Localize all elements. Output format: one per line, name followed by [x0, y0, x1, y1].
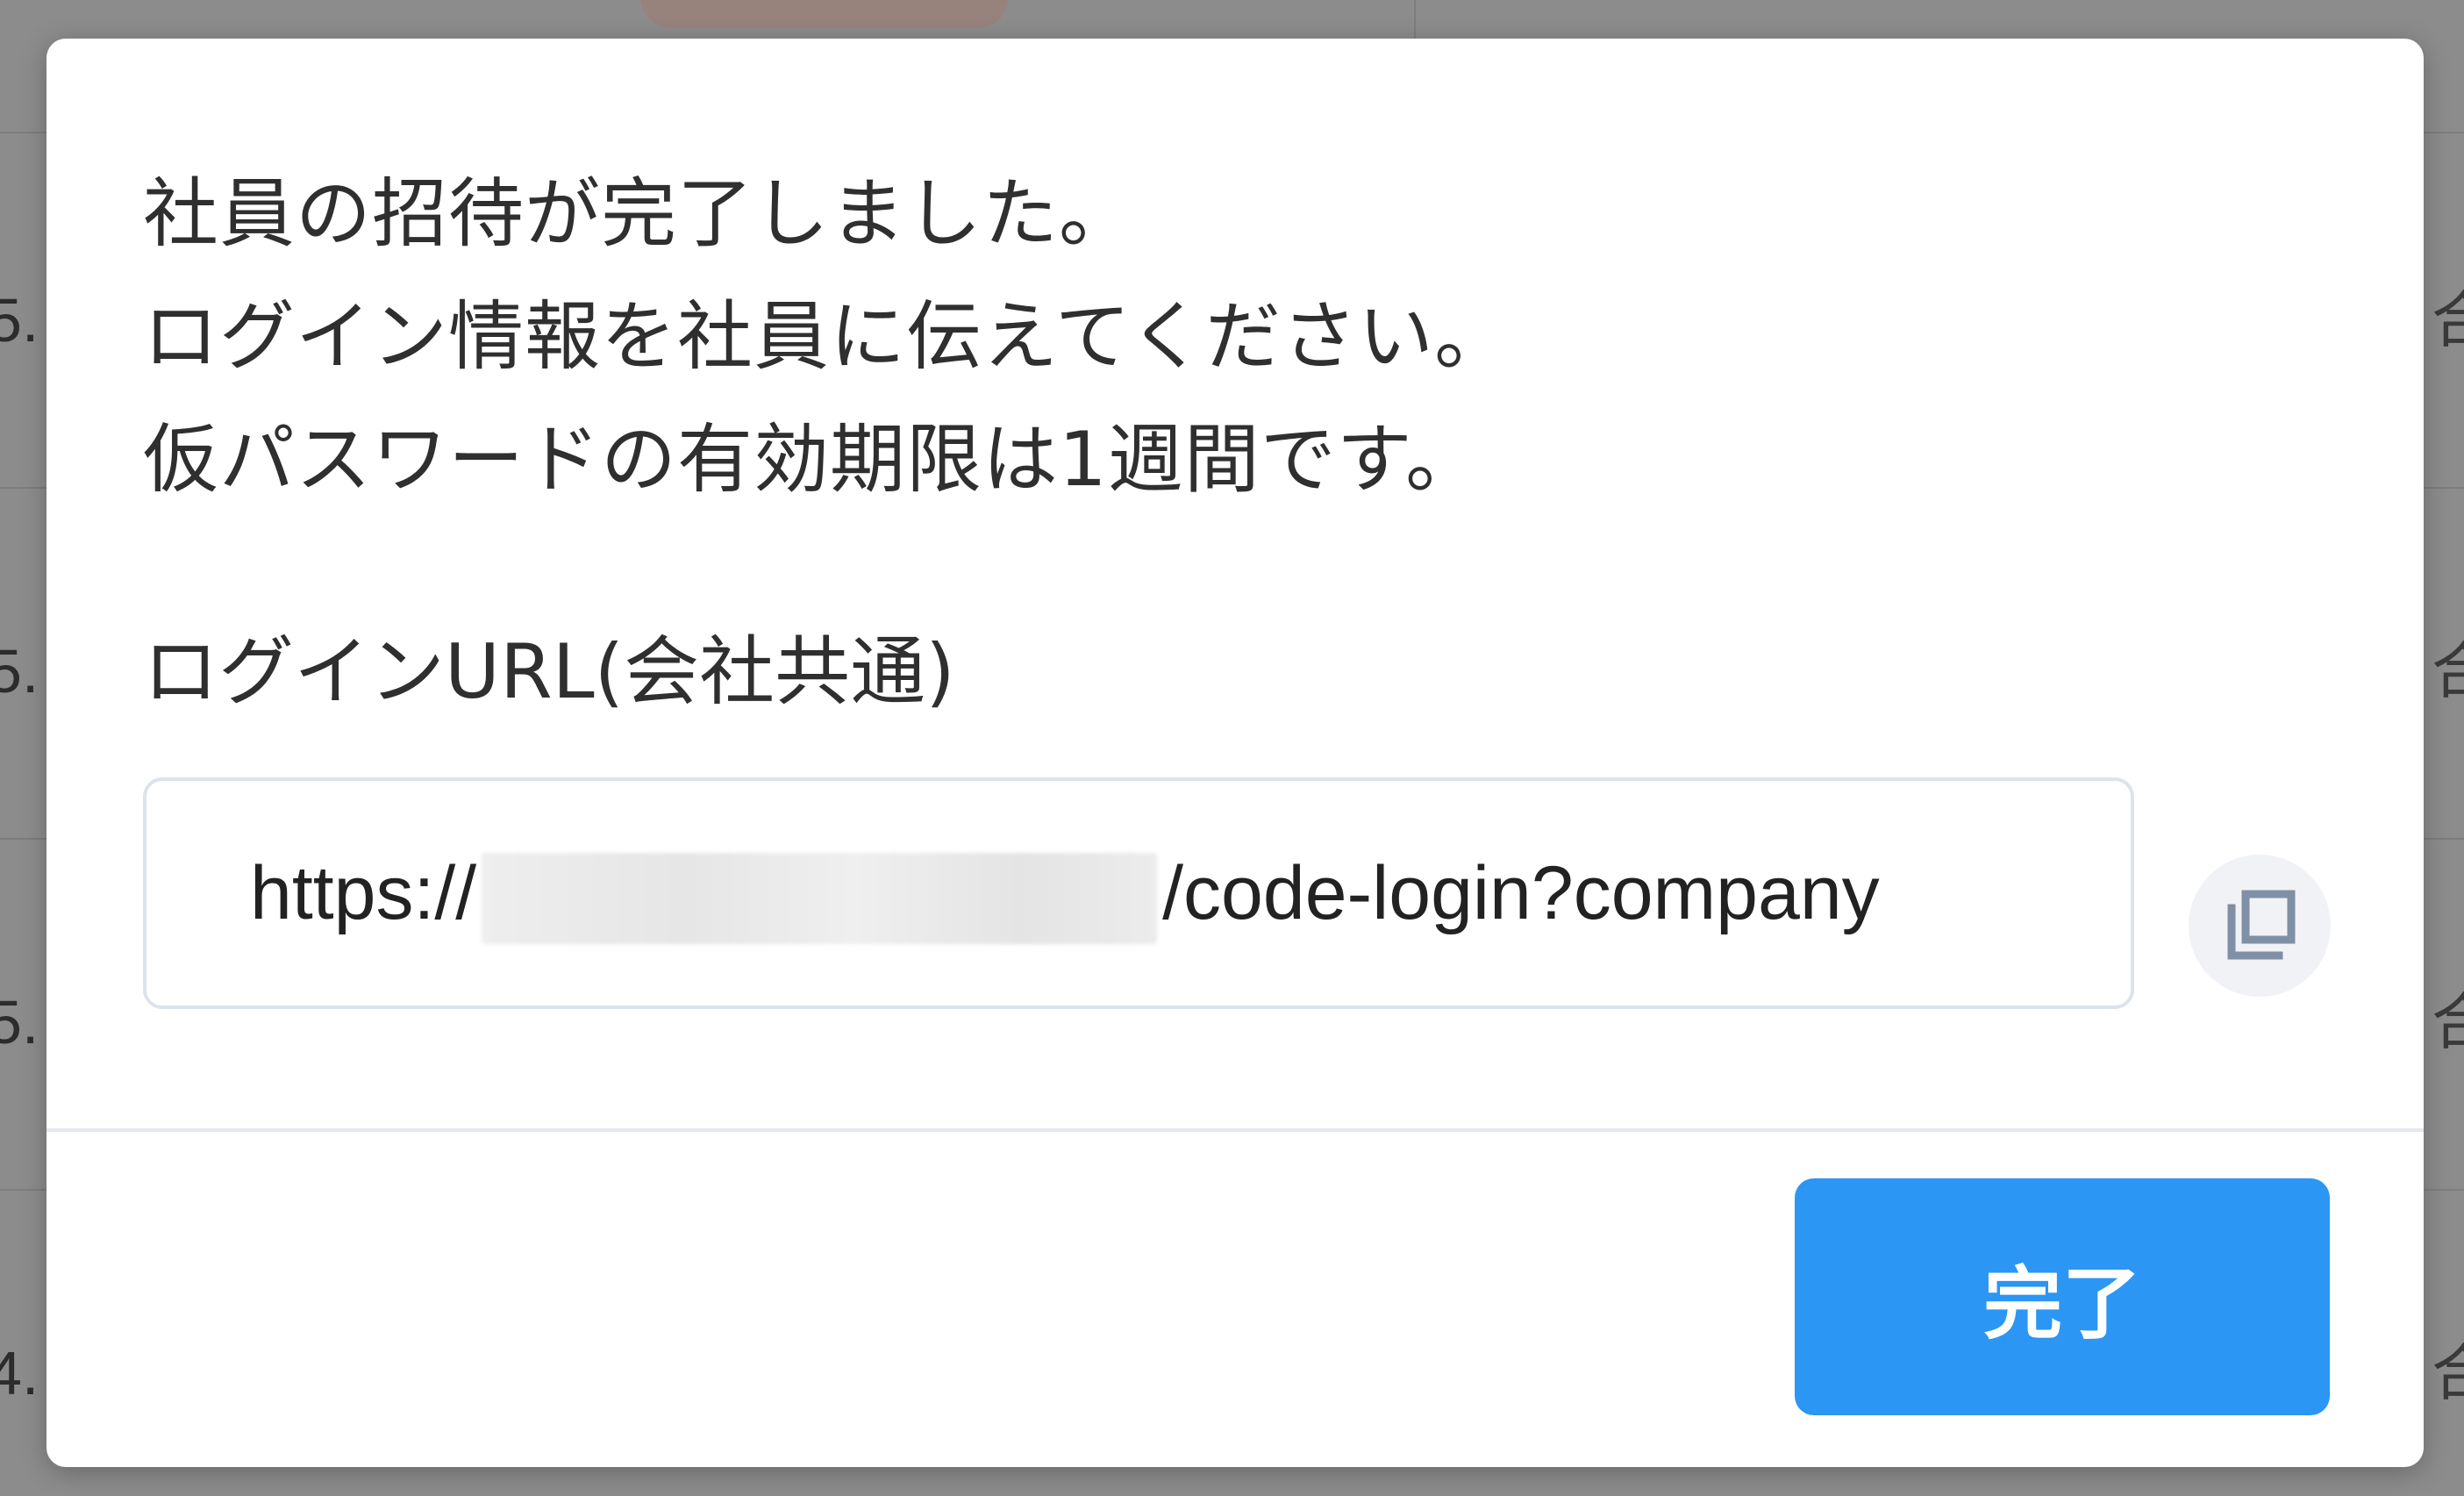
login-url-text[interactable]: https:// /code-login?company [250, 781, 2039, 1006]
copy-icon [2227, 890, 2296, 960]
message-line-password-expiry: 仮パスワードの有効期限は1週間です。 [143, 416, 1482, 504]
background-row-value: 5. [0, 637, 39, 705]
message-line-invite-complete: 社員の招待が完了しました。 [143, 170, 1135, 258]
done-button[interactable]: 完了 [1795, 1178, 2330, 1415]
message-line-share-login-info: ログイン情報を社員に伝えてください。 [143, 293, 1511, 381]
dialog-message: 社員の招待が完了しました。 ログイン情報を社員に伝えてください。 仮パスワードの… [143, 153, 1511, 521]
background-row-text: 合 [2432, 986, 2464, 1058]
invite-complete-dialog: 社員の招待が完了しました。 ログイン情報を社員に伝えてください。 仮パスワードの… [46, 39, 2424, 1467]
background-row-text: 合 [2432, 635, 2464, 707]
login-url-label: ログインURL(会社共通) [143, 628, 955, 716]
background-header-element [640, 0, 1009, 28]
background-column-divider [1414, 0, 1416, 42]
background-row-value: 5. [0, 286, 39, 354]
background-row-text: 合 [2432, 284, 2464, 356]
background-row-text: 合 [2432, 1337, 2464, 1409]
login-url-prefix: https:// [250, 851, 477, 935]
login-url-field[interactable]: https:// /code-login?company [143, 777, 2134, 1009]
dialog-footer-divider [46, 1128, 2424, 1132]
redacted-domain [482, 853, 1158, 945]
copy-url-button[interactable] [2189, 855, 2331, 997]
background-row-value: 5. [0, 988, 39, 1056]
background-row-value: 4. [0, 1339, 39, 1407]
login-url-suffix: /code-login?company [1162, 851, 1880, 935]
